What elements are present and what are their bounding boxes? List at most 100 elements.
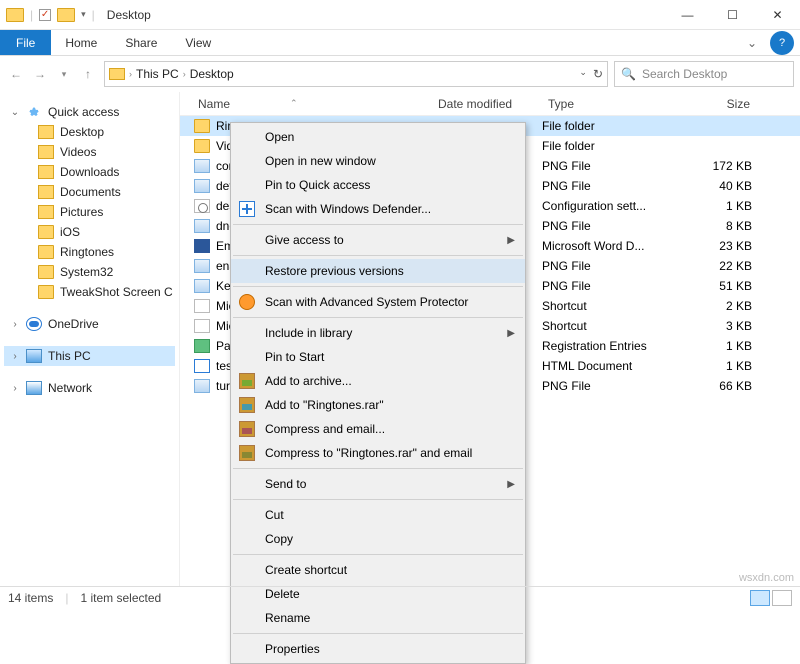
tree-item-videos[interactable]: Videos xyxy=(4,142,175,162)
divider: | xyxy=(92,8,95,22)
menu-item[interactable]: Add to archive... xyxy=(231,369,525,393)
menu-label: Rename xyxy=(265,611,310,625)
file-size: 51 KB xyxy=(674,279,752,293)
menu-item[interactable]: Give access to▶ xyxy=(231,228,525,252)
breadcrumb-item[interactable]: Desktop xyxy=(190,67,234,81)
navigation-pane[interactable]: ⌄Quick access Desktop Videos Downloads D… xyxy=(0,92,180,586)
menu-label: Create shortcut xyxy=(265,563,347,577)
file-type: File folder xyxy=(542,139,674,153)
tree-this-pc[interactable]: ›This PC xyxy=(4,346,175,366)
address-bar[interactable]: › This PC › Desktop ⌄ ↻ xyxy=(104,61,608,87)
tab-view[interactable]: View xyxy=(171,30,225,55)
menu-item[interactable]: Pin to Start xyxy=(231,345,525,369)
menu-label: Scan with Advanced System Protector xyxy=(265,295,468,309)
window-title: Desktop xyxy=(107,8,151,22)
menu-item[interactable]: Scan with Advanced System Protector xyxy=(231,290,525,314)
file-size: 8 KB xyxy=(674,219,752,233)
help-icon[interactable]: ? xyxy=(770,31,794,55)
watermark: wsxdn.com xyxy=(739,572,794,584)
nav-bar: ← → ▾ ↑ › This PC › Desktop ⌄ ↻ 🔍 Search… xyxy=(0,56,800,92)
file-icon xyxy=(194,179,210,193)
tree-network[interactable]: ›Network xyxy=(4,378,175,398)
menu-item[interactable]: Cut xyxy=(231,503,525,527)
file-type: PNG File xyxy=(542,379,674,393)
chevron-right-icon[interactable]: › xyxy=(129,69,132,79)
file-size: 1 KB xyxy=(674,359,752,373)
tree-item-desktop[interactable]: Desktop xyxy=(4,122,175,142)
tree-onedrive[interactable]: ›OneDrive xyxy=(4,314,175,334)
menu-item[interactable]: Compress and email... xyxy=(231,417,525,441)
menu-item[interactable]: Add to "Ringtones.rar" xyxy=(231,393,525,417)
file-icon xyxy=(194,339,210,353)
file-type: Shortcut xyxy=(542,299,674,313)
overflow[interactable]: ▾ xyxy=(81,9,86,20)
forward-button[interactable]: → xyxy=(30,64,50,84)
tab-home[interactable]: Home xyxy=(51,30,111,55)
col-type[interactable]: Type xyxy=(544,97,676,111)
menu-item[interactable]: Rename xyxy=(231,606,525,630)
menu-item[interactable]: Open xyxy=(231,125,525,149)
col-date[interactable]: Date modified xyxy=(434,97,544,111)
file-icon xyxy=(194,159,210,173)
breadcrumb-item[interactable]: This PC xyxy=(136,67,179,81)
tree-item-ringtones[interactable]: Ringtones xyxy=(4,242,175,262)
menu-label: Pin to Start xyxy=(265,350,324,364)
menu-item[interactable]: Include in library ▶ xyxy=(231,321,525,345)
chevron-right-icon: ▶ xyxy=(507,235,515,246)
search-placeholder: Search Desktop xyxy=(642,67,727,81)
archive-icon xyxy=(239,397,255,413)
menu-item[interactable]: Scan with Windows Defender... xyxy=(231,197,525,221)
tree-item-documents[interactable]: Documents xyxy=(4,182,175,202)
file-type: Registration Entries xyxy=(542,339,674,353)
chevron-right-icon: ▶ xyxy=(507,328,515,339)
refresh-icon[interactable]: ↻ xyxy=(593,67,603,81)
file-icon xyxy=(194,219,210,233)
menu-item[interactable]: Compress to "Ringtones.rar" and email xyxy=(231,441,525,465)
menu-label: Scan with Windows Defender... xyxy=(265,202,431,216)
folder-icon xyxy=(38,145,54,159)
tree-item-tweakshot[interactable]: TweakShot Screen C xyxy=(4,282,175,302)
back-button[interactable]: ← xyxy=(6,64,26,84)
menu-item[interactable]: Copy xyxy=(231,527,525,551)
menu-item[interactable]: Properties xyxy=(231,637,525,661)
minimize-button[interactable]: — xyxy=(665,0,710,30)
menu-item[interactable]: Pin to Quick access xyxy=(231,173,525,197)
chevron-right-icon[interactable]: › xyxy=(183,69,186,79)
shield-icon xyxy=(239,294,255,310)
folder-icon xyxy=(38,125,54,139)
large-icons-view-button[interactable] xyxy=(772,590,792,606)
quick-access[interactable]: ⌄Quick access xyxy=(4,102,175,122)
file-type: PNG File xyxy=(542,179,674,193)
menu-item[interactable]: Open in new window xyxy=(231,149,525,173)
tree-item-downloads[interactable]: Downloads xyxy=(4,162,175,182)
file-icon xyxy=(194,199,210,213)
file-type: PNG File xyxy=(542,219,674,233)
up-button[interactable]: ↑ xyxy=(78,64,98,84)
menu-item[interactable]: Create shortcut xyxy=(231,558,525,582)
recent-button[interactable]: ▾ xyxy=(54,64,74,84)
file-size: 1 KB xyxy=(674,199,752,213)
tree-item-ios[interactable]: iOS xyxy=(4,222,175,242)
tab-share[interactable]: Share xyxy=(111,30,171,55)
file-type: Configuration sett... xyxy=(542,199,674,213)
details-view-button[interactable] xyxy=(750,590,770,606)
close-button[interactable]: ✕ xyxy=(755,0,800,30)
address-dropdown-icon[interactable]: ⌄ xyxy=(579,67,587,81)
tree-item-pictures[interactable]: Pictures xyxy=(4,202,175,222)
menu-label: Include in library xyxy=(265,326,352,340)
search-input[interactable]: 🔍 Search Desktop xyxy=(614,61,794,87)
menu-item[interactable]: Send to▶ xyxy=(231,472,525,496)
menu-divider xyxy=(233,468,523,469)
defender-icon xyxy=(239,201,255,217)
maximize-button[interactable]: ☐ xyxy=(710,0,755,30)
expand-ribbon-icon[interactable]: ⌄ xyxy=(740,30,764,55)
tree-item-system32[interactable]: System32 xyxy=(4,262,175,282)
folder-icon xyxy=(38,245,54,259)
col-size[interactable]: Size xyxy=(676,97,754,111)
menu-divider xyxy=(233,633,523,634)
file-type: HTML Document xyxy=(542,359,674,373)
checkbox-icon[interactable]: ✓ xyxy=(39,9,51,21)
file-tab[interactable]: File xyxy=(0,30,51,55)
col-name[interactable]: Name⌃ xyxy=(194,97,434,111)
menu-item[interactable]: Restore previous versions xyxy=(231,259,525,283)
